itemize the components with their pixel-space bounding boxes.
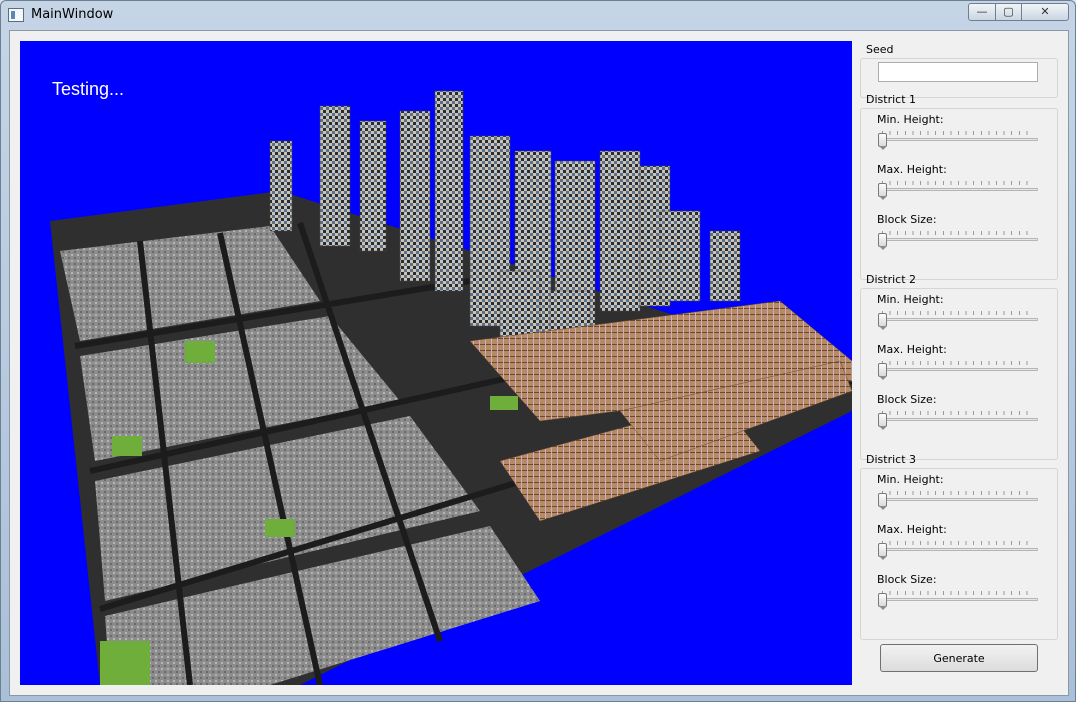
- minimize-button[interactable]: —: [968, 3, 996, 21]
- district-1-max-height-slider[interactable]: [878, 181, 1038, 201]
- district-1-block-size-label: Block Size:: [877, 213, 937, 226]
- seed-group-title: Seed: [866, 43, 894, 56]
- main-window: MainWindow — ▢ ✕ Testing... Seed Distric…: [0, 0, 1076, 702]
- district-2-title: District 2: [866, 273, 917, 286]
- district-2-block-size-label: Block Size:: [877, 393, 937, 406]
- district-1-title: District 1: [866, 93, 917, 106]
- district-1-max-height-label: Max. Height:: [877, 163, 947, 176]
- district-3-max-height-slider[interactable]: [878, 541, 1038, 561]
- district-3-min-height-label: Min. Height:: [877, 473, 944, 486]
- district-1-min-height-slider[interactable]: [878, 131, 1038, 151]
- maximize-button[interactable]: ▢: [995, 3, 1022, 21]
- close-button[interactable]: ✕: [1021, 3, 1069, 21]
- status-overlay-text: Testing...: [52, 79, 125, 99]
- seed-input[interactable]: [878, 62, 1038, 82]
- district-2-max-height-label: Max. Height:: [877, 343, 947, 356]
- district-3-block-size-slider[interactable]: [878, 591, 1038, 611]
- app-window-icon: [8, 8, 24, 22]
- city-3d-viewport[interactable]: Testing...: [20, 41, 852, 685]
- district-1-min-height-label: Min. Height:: [877, 113, 944, 126]
- district-1-block-size-slider[interactable]: [878, 231, 1038, 251]
- district-3-block-size-label: Block Size:: [877, 573, 937, 586]
- district-2-min-height-label: Min. Height:: [877, 293, 944, 306]
- district-3-max-height-label: Max. Height:: [877, 523, 947, 536]
- city-render: [50, 90, 852, 685]
- window-title: MainWindow: [31, 7, 114, 22]
- title-bar[interactable]: MainWindow — ▢ ✕: [1, 1, 1075, 29]
- district-3-min-height-slider[interactable]: [878, 491, 1038, 511]
- district-2-max-height-slider[interactable]: [878, 361, 1038, 381]
- district-2-min-height-slider[interactable]: [878, 311, 1038, 331]
- district-2-block-size-slider[interactable]: [878, 411, 1038, 431]
- generate-button[interactable]: Generate: [880, 644, 1038, 672]
- settings-panel: Seed District 1 Min. Height: Max. Height…: [860, 41, 1060, 685]
- client-area: Testing... Seed District 1 Min. Height: …: [9, 30, 1069, 696]
- district-3-title: District 3: [866, 453, 917, 466]
